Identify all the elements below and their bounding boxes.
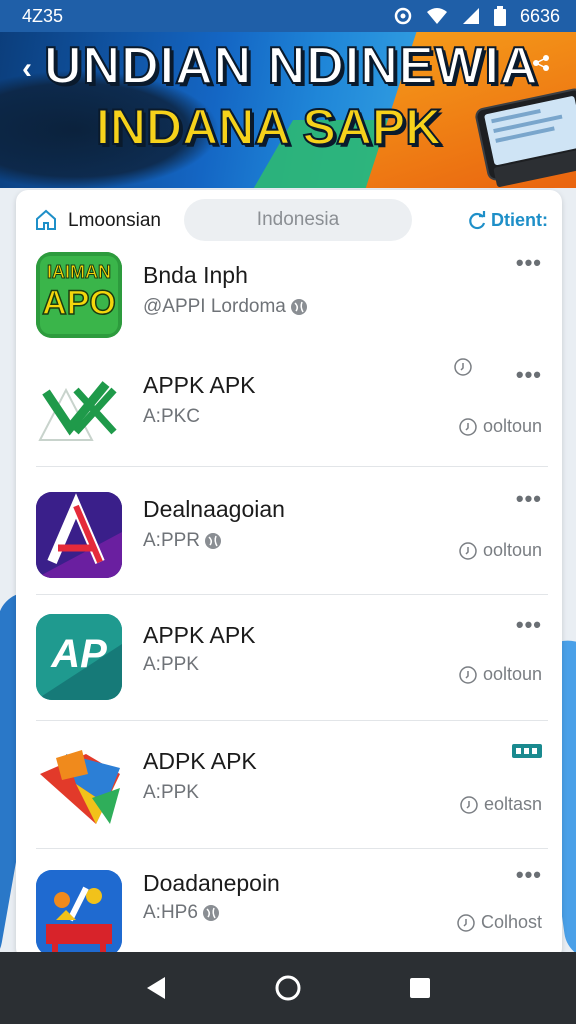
- more-icon[interactable]: •••: [516, 250, 542, 276]
- clock-icon: [459, 541, 477, 560]
- refresh-icon: [469, 210, 486, 229]
- app-icon-text-bottom: APO: [41, 283, 116, 323]
- app-name: Dealnaagoian: [143, 496, 285, 522]
- home-icon[interactable]: [34, 208, 58, 232]
- app-subtitle: A:PPK: [143, 782, 199, 804]
- app-subtitle-text: A:PPK: [143, 654, 199, 675]
- app-name: APPK APK: [143, 372, 256, 398]
- app-meta-text: ooltoun: [482, 540, 542, 560]
- app-icon: [36, 492, 122, 578]
- app-icon-text: AP: [51, 632, 107, 676]
- app-subtitle: A:PKC: [143, 406, 200, 428]
- app-subtitle-text: A:PPR: [143, 530, 201, 551]
- nav-home-button[interactable]: [268, 968, 308, 1008]
- app-meta-text: ooltoun: [482, 664, 542, 684]
- status-battery-text: 6636: [519, 5, 560, 26]
- clock-icon: [460, 795, 478, 814]
- app-subtitle-text: @APPI Lordoma: [143, 296, 286, 317]
- recents-icon: [410, 978, 430, 998]
- app-meta: Colhost: [457, 912, 542, 933]
- clock-icon: [459, 417, 477, 436]
- more-icon[interactable]: •••: [516, 612, 542, 638]
- app-subtitle: A:PPR: [143, 530, 222, 552]
- app-subtitle: A:PPK: [143, 654, 199, 676]
- app-meta: ooltoun: [459, 664, 542, 685]
- globe-icon: [205, 533, 222, 549]
- search-input[interactable]: Indonesia: [184, 199, 412, 241]
- more-icon[interactable]: •••: [516, 862, 542, 888]
- app-icon: [36, 370, 122, 456]
- signal-icon: [462, 8, 479, 24]
- divider: [36, 848, 548, 849]
- app-icon: [36, 870, 122, 956]
- app-icon: [36, 744, 122, 830]
- app-icon: AP: [36, 614, 122, 700]
- app-subtitle: A:HP6: [143, 902, 220, 924]
- app-list-card: Lmoonsian Indonesia Dtient: IAIMAN APO B…: [16, 190, 562, 960]
- battery-icon: [493, 6, 506, 26]
- app-meta: ooltoun: [459, 416, 542, 437]
- divider: [36, 594, 548, 595]
- app-name: Bnda Inph: [143, 262, 248, 288]
- header-right-action[interactable]: Dtient:: [467, 210, 548, 231]
- globe-icon: [290, 299, 307, 315]
- divider: [36, 720, 548, 721]
- app-meta-text: Colhost: [480, 912, 542, 932]
- list-item[interactable]: Doadanepoin A:HP6 ••• Colhost: [16, 862, 562, 960]
- more-icon[interactable]: •••: [516, 362, 542, 388]
- app-name: Doadanepoin: [143, 870, 280, 896]
- list-item[interactable]: ADPK APK A:PPK eoltasn: [16, 738, 562, 864]
- app-icon: IAIMAN APO: [36, 252, 122, 338]
- back-icon: [147, 977, 165, 999]
- system-nav-bar: [0, 952, 576, 1024]
- list-item[interactable]: APPK APK A:PKC ••• ooltoun: [16, 358, 562, 484]
- app-meta: eoltasn: [460, 794, 542, 815]
- clock-icon: [459, 665, 477, 684]
- home-circle-icon: [275, 975, 301, 1001]
- list-item[interactable]: AP APPK APK A:PPK ••• ooltoun: [16, 612, 562, 738]
- divider: [36, 466, 548, 467]
- status-bar: 4Z35 6636: [0, 0, 576, 32]
- back-chevron-icon[interactable]: ‹: [22, 52, 32, 86]
- app-name: APPK APK: [143, 622, 256, 648]
- app-name: ADPK APK: [143, 748, 257, 774]
- app-subtitle-text: A:HP6: [143, 902, 198, 923]
- nav-recents-button[interactable]: [400, 968, 440, 1008]
- nav-back-button[interactable]: [136, 968, 176, 1008]
- banner-subtitle: INDANA SAPK: [95, 98, 442, 156]
- list-item[interactable]: IAIMAN APO Bnda Inph @APPI Lordoma •••: [16, 242, 562, 376]
- app-meta: ooltoun: [459, 540, 542, 561]
- app-icon-text-top: IAIMAN: [47, 262, 112, 283]
- clock-icon: [457, 913, 475, 932]
- app-subtitle-text: A:PKC: [143, 406, 201, 427]
- globe-icon: [202, 905, 219, 921]
- card-header: Lmoonsian Indonesia Dtient:: [16, 190, 562, 250]
- badge-icon: [512, 744, 542, 758]
- header-home-label[interactable]: Lmoonsian: [68, 210, 161, 232]
- app-subtitle: @APPI Lordoma: [143, 296, 308, 318]
- app-meta-text: ooltoun: [482, 416, 542, 436]
- status-time: 4Z35: [22, 5, 64, 26]
- app-subtitle-text: A:PPK: [143, 782, 199, 803]
- search-placeholder: Indonesia: [256, 209, 340, 230]
- more-icon[interactable]: •••: [516, 486, 542, 512]
- app-meta-text: eoltasn: [483, 794, 542, 814]
- header-right-label: Dtient:: [491, 210, 548, 230]
- banner-title: UNDIAN NDINEWIA: [43, 36, 539, 96]
- data-saver-icon: [394, 7, 412, 25]
- list-item[interactable]: Dealnaagoian A:PPR ••• ooltoun: [16, 486, 562, 612]
- share-icon[interactable]: [532, 54, 550, 72]
- wifi-icon: [426, 8, 447, 24]
